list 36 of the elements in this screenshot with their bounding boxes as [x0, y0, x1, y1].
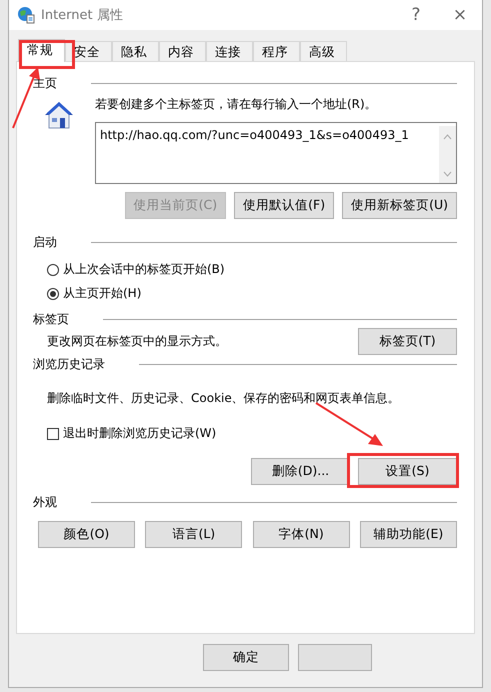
highlight-frame	[19, 40, 75, 69]
ok-button[interactable]: 确定	[203, 644, 289, 671]
checkbox-label: 退出时删除浏览历史记录(W)	[63, 425, 216, 442]
radio-label: 从主页开始(H)	[63, 285, 142, 302]
tabs-description: 更改网页在标签页中的显示方式。	[47, 333, 227, 350]
appearance-button[interactable]: 字体(N)	[252, 521, 350, 548]
radio-button[interactable]	[47, 288, 59, 300]
section-heading: 浏览历史记录	[33, 356, 105, 372]
help-button[interactable]: ?	[394, 5, 438, 25]
annotation-arrow	[315, 402, 385, 448]
tab[interactable]: 程序	[253, 41, 300, 61]
tabs-button[interactable]: 标签页(T)	[358, 328, 457, 355]
window-title: Internet 属性	[41, 7, 124, 24]
tab[interactable]: 高级	[300, 41, 347, 61]
section-heading: 标签页	[33, 310, 69, 328]
section-heading: 外观	[33, 494, 57, 510]
close-button[interactable]: ×	[438, 5, 482, 25]
appearance-button[interactable]: 语言(L)	[145, 521, 242, 548]
section-heading: 启动	[33, 234, 57, 250]
globe-icon	[17, 6, 35, 24]
checkbox[interactable]	[47, 428, 59, 440]
appearance-button[interactable]: 颜色(O)	[38, 521, 135, 548]
radio-button[interactable]	[47, 264, 59, 276]
history-button[interactable]: 删除(D)...	[251, 458, 350, 485]
tab[interactable]: 内容	[159, 41, 206, 61]
homepage-hint: 若要创建多个主标签页，请在每行输入一个地址(R)。	[95, 96, 378, 113]
appearance-button[interactable]: 辅助功能(E)	[360, 521, 457, 548]
history-button[interactable]: 设置(S)	[358, 458, 457, 485]
house-icon	[43, 100, 75, 130]
tab[interactable]: 连接	[206, 41, 253, 61]
radio-label: 从上次会话中的标签页开始(B)	[63, 261, 225, 278]
homepage-button[interactable]: 使用默认值(F)	[234, 192, 334, 219]
tab[interactable]: 安全	[65, 41, 112, 61]
homepage-button[interactable]: 使用新标签页(U)	[342, 192, 457, 219]
history-description: 删除临时文件、历史记录、Cookie、保存的密码和网页表单信息。	[46, 390, 401, 407]
tab[interactable]: 隐私	[112, 41, 159, 61]
